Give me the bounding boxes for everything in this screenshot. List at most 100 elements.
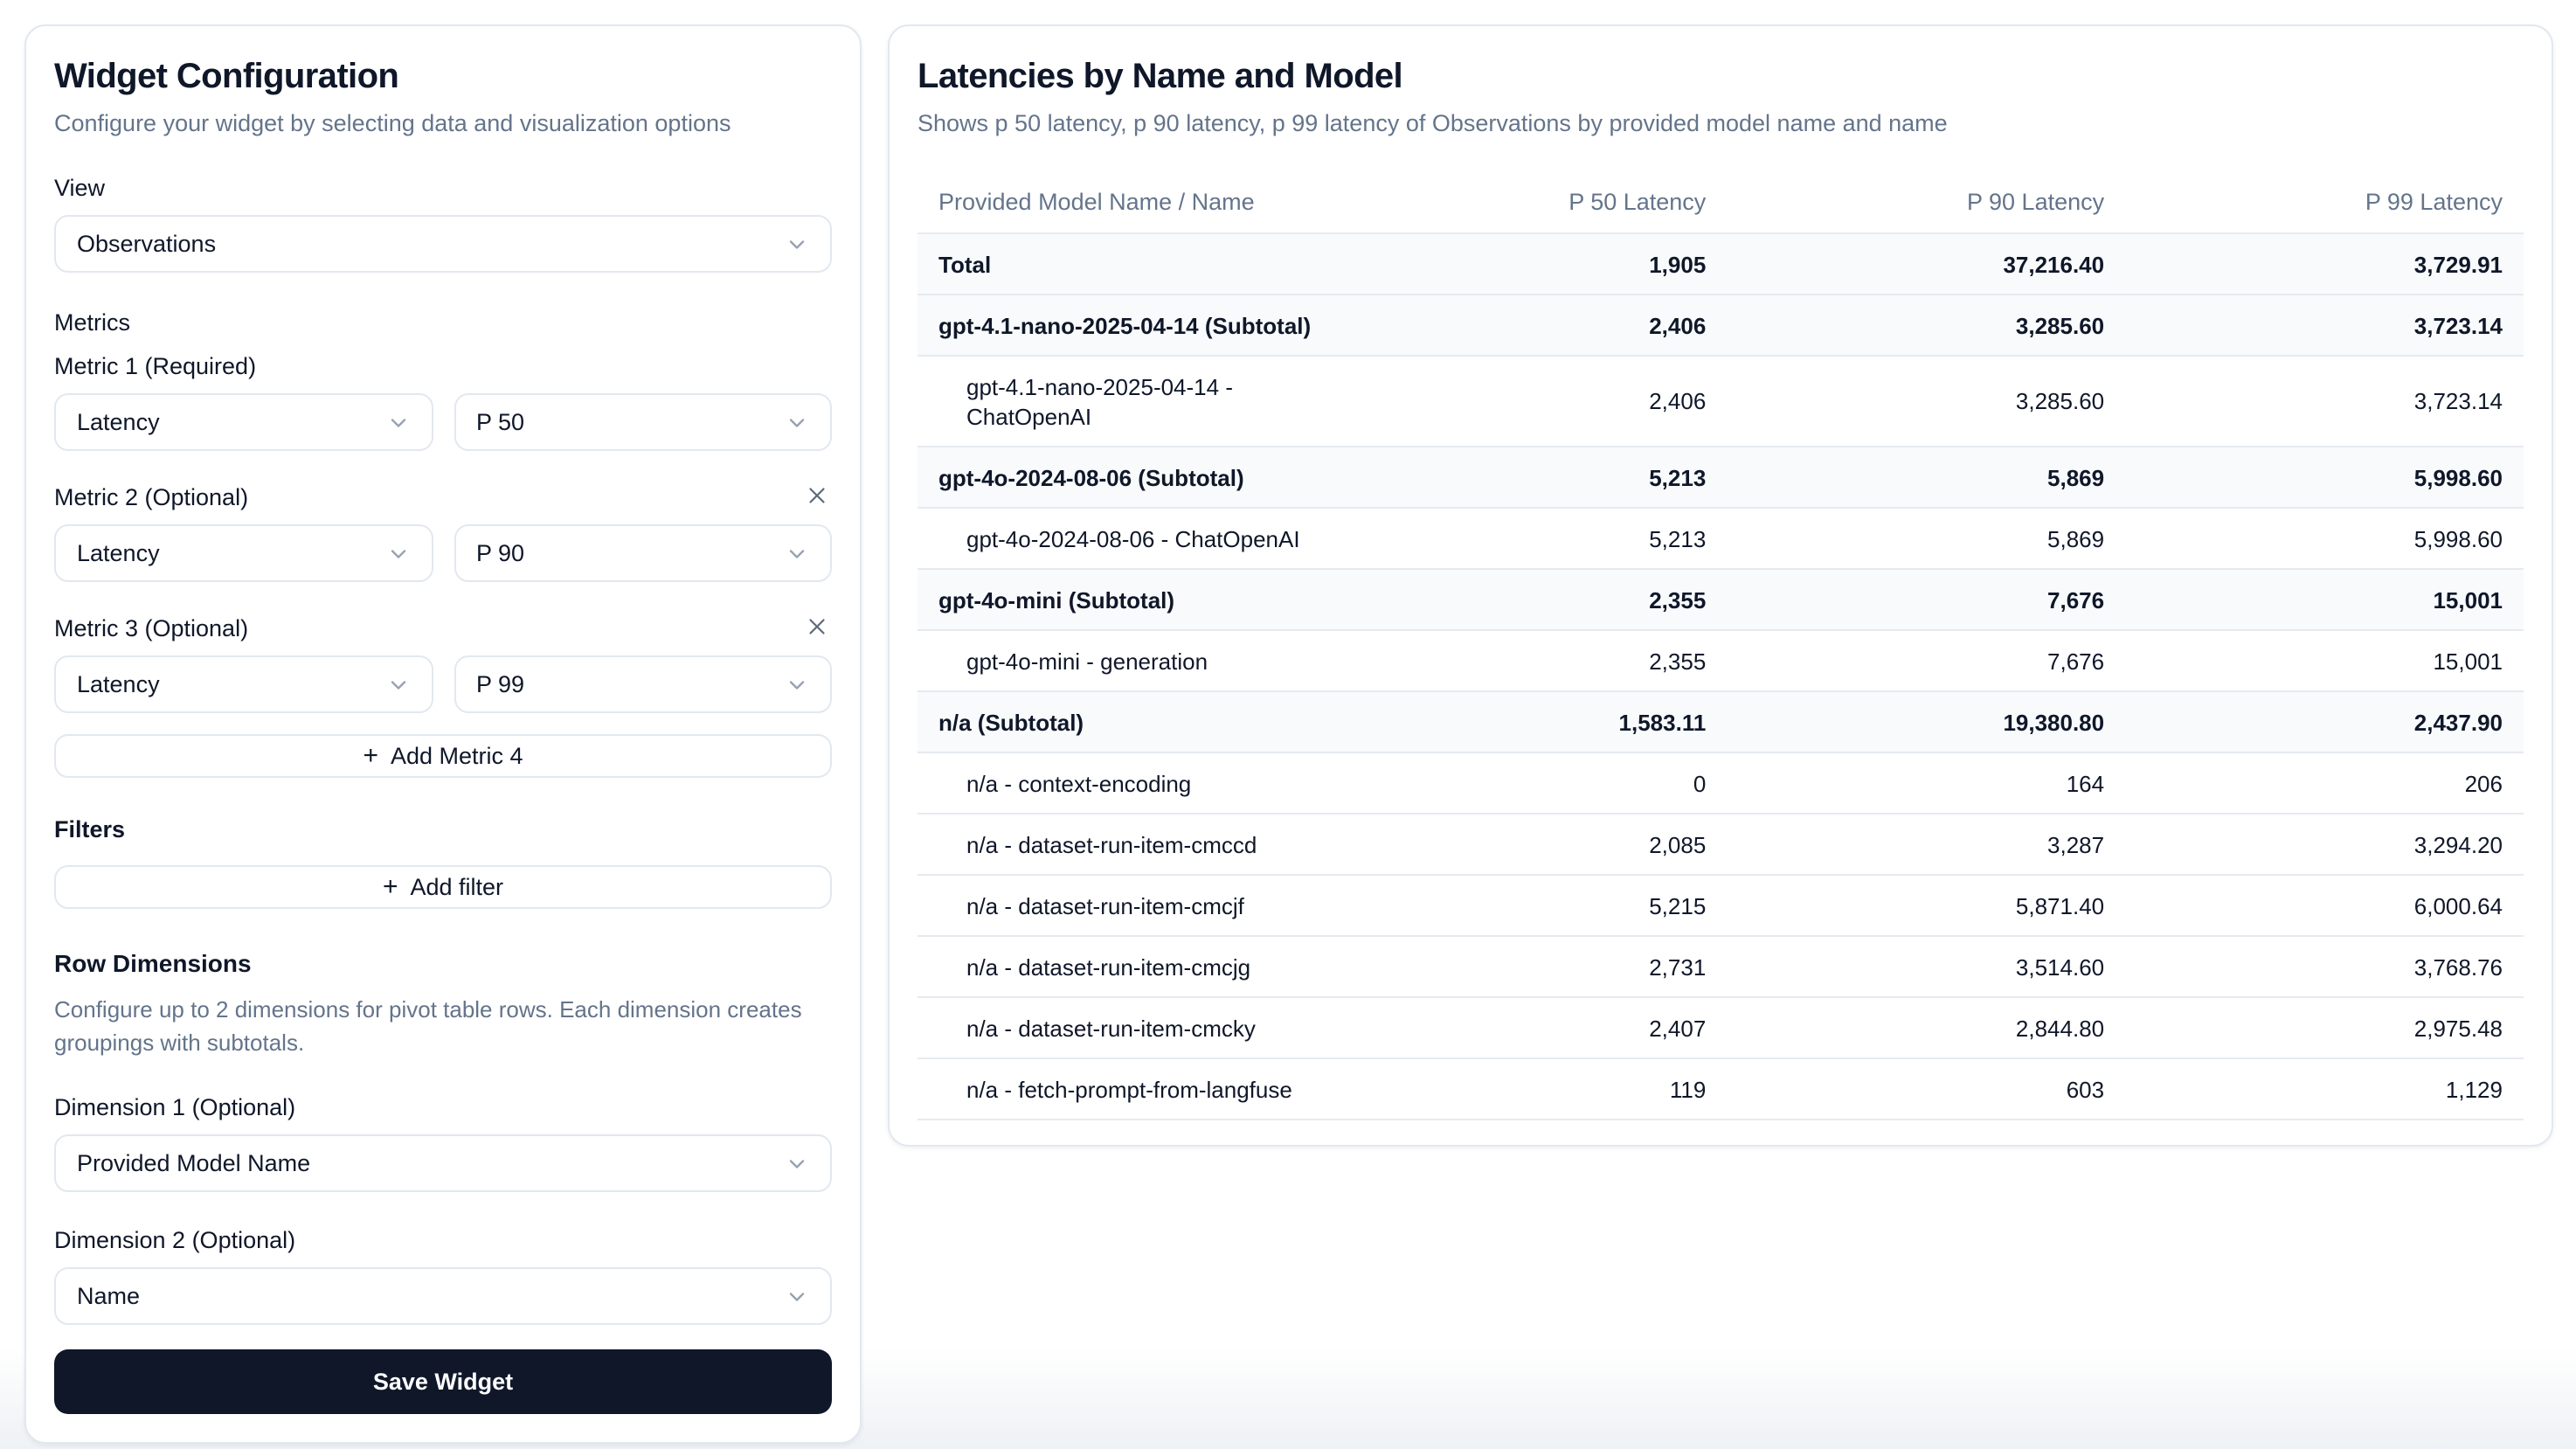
metric-1-measure-select[interactable]: Latency [54, 393, 433, 451]
widget-configuration-panel: Widget Configuration Configure your widg… [24, 24, 862, 1444]
plus-icon: + [363, 743, 378, 769]
metric-3-selects: Latency P 99 [54, 643, 832, 713]
config-panel-title: Widget Configuration [54, 54, 832, 100]
p90-latency-value: 7,676 [1727, 569, 2125, 630]
dimension-1-select[interactable]: Provided Model Name [54, 1134, 832, 1192]
metric-3-header: Metric 3 (Optional) [54, 614, 832, 643]
p50-latency-value: 2,406 [1329, 295, 1728, 356]
add-filter-button[interactable]: + Add filter [54, 865, 832, 909]
p50-latency-value: 1,905 [1329, 233, 1728, 295]
p99-latency-value: 5,998.60 [2125, 508, 2524, 569]
table-row: gpt-4o-2024-08-06 - ChatOpenAI 5,213 5,8… [918, 508, 2524, 569]
row-label: gpt-4o-2024-08-06 (Subtotal) [918, 447, 1329, 508]
table-row: n/a - context-encoding 0 164 206 [918, 752, 2524, 814]
table-row: n/a - dataset-run-item-cmcjg 2,731 3,514… [918, 936, 2524, 997]
row-dimensions-section-label: Row Dimensions [54, 947, 832, 979]
chevron-down-icon [785, 1284, 809, 1308]
table-row: gpt-4o-2024-08-06 (Subtotal) 5,213 5,869… [918, 447, 2524, 508]
view-select[interactable]: Observations [54, 215, 832, 273]
metric-1-aggregation-select[interactable]: P 50 [454, 393, 832, 451]
table-row: Total 1,905 37,216.40 3,729.91 [918, 233, 2524, 295]
p99-latency-value: 3,729.91 [2125, 233, 2524, 295]
metric-3-label: Metric 3 (Optional) [54, 614, 248, 643]
p90-latency-value: 164 [1727, 752, 2125, 814]
column-header-p99: P 99 Latency [2125, 175, 2524, 233]
preview-subtitle: Shows p 50 latency, p 90 latency, p 99 l… [918, 108, 2524, 140]
add-metric-button-label: Add Metric 4 [391, 743, 523, 769]
dimension-1-label: Dimension 1 (Optional) [54, 1092, 832, 1122]
metric-3-measure-value: Latency [77, 671, 160, 697]
preview-title: Latencies by Name and Model [918, 54, 2524, 100]
row-label: n/a - dataset-run-item-cmcjg [918, 936, 1329, 997]
metric-2-selects: Latency P 90 [54, 512, 832, 582]
save-widget-button[interactable]: Save Widget [54, 1349, 832, 1414]
metric-2-label: Metric 2 (Optional) [54, 482, 248, 512]
p50-latency-value: 2,407 [1329, 997, 1728, 1058]
row-label: gpt-4o-mini - generation [918, 630, 1329, 691]
p50-latency-value: 1,583.11 [1329, 691, 1728, 752]
column-header-p90: P 90 Latency [1727, 175, 2125, 233]
x-icon [804, 482, 830, 513]
p99-latency-value: 3,723.14 [2125, 295, 2524, 356]
remove-metric-3-button[interactable] [802, 611, 832, 646]
chevron-down-icon [785, 672, 809, 697]
metric-3-measure-select[interactable]: Latency [54, 655, 433, 713]
config-panel-subtitle: Configure your widget by selecting data … [54, 108, 832, 140]
widget-preview-panel: Latencies by Name and Model Shows p 50 l… [888, 24, 2553, 1147]
row-label: gpt-4o-mini (Subtotal) [918, 569, 1329, 630]
p90-latency-value: 2,844.80 [1727, 997, 2125, 1058]
chevron-down-icon [785, 410, 809, 434]
table-row: n/a - fetch-prompt-from-langfuse 119 603… [918, 1058, 2524, 1120]
metric-2-header: Metric 2 (Optional) [54, 482, 832, 512]
add-filter-button-label: Add filter [410, 874, 503, 900]
p50-latency-value: 2,731 [1329, 936, 1728, 997]
column-header-p50: P 50 Latency [1329, 175, 1728, 233]
p99-latency-value: 2,437.90 [2125, 691, 2524, 752]
remove-metric-2-button[interactable] [802, 480, 832, 515]
table-row: n/a (Subtotal) 1,583.11 19,380.80 2,437.… [918, 691, 2524, 752]
row-label: n/a - dataset-run-item-cmccd [918, 814, 1329, 875]
p50-latency-value: 119 [1329, 1058, 1728, 1120]
p90-latency-value: 5,869 [1727, 508, 2125, 569]
table-row: n/a - dataset-run-item-cmccd 2,085 3,287… [918, 814, 2524, 875]
metric-2-measure-select[interactable]: Latency [54, 524, 433, 582]
p99-latency-value: 5,998.60 [2125, 447, 2524, 508]
chevron-down-icon [385, 541, 410, 565]
table-row: gpt-4o-mini - generation 2,355 7,676 15,… [918, 630, 2524, 691]
dimension-1-value: Provided Model Name [77, 1150, 310, 1176]
view-select-value: Observations [77, 231, 216, 257]
metric-2-aggregation-select[interactable]: P 90 [454, 524, 832, 582]
table-row: gpt-4o-mini (Subtotal) 2,355 7,676 15,00… [918, 569, 2524, 630]
filters-section-label: Filters [54, 815, 832, 844]
p90-latency-value: 3,287 [1727, 814, 2125, 875]
p90-latency-value: 5,869 [1727, 447, 2125, 508]
p99-latency-value: 15,001 [2125, 630, 2524, 691]
p50-latency-value: 5,215 [1329, 875, 1728, 936]
table-row: n/a - dataset-run-item-cmcjf 5,215 5,871… [918, 875, 2524, 936]
p50-latency-value: 2,085 [1329, 814, 1728, 875]
table-header-row: Provided Model Name / Name P 50 Latency … [918, 175, 2524, 233]
table-body: Total 1,905 37,216.40 3,729.91 gpt-4.1-n… [918, 233, 2524, 1120]
chevron-down-icon [785, 541, 809, 565]
metric-1-selects: Latency P 50 [54, 381, 832, 451]
row-label: n/a - fetch-prompt-from-langfuse [918, 1058, 1329, 1120]
metric-3-aggregation-select[interactable]: P 99 [454, 655, 832, 713]
p50-latency-value: 2,406 [1329, 356, 1728, 447]
x-icon [804, 613, 830, 644]
p99-latency-value: 3,768.76 [2125, 936, 2524, 997]
column-header-dimension: Provided Model Name / Name [918, 175, 1329, 233]
p50-latency-value: 5,213 [1329, 508, 1728, 569]
pivot-table-container: Provided Model Name / Name P 50 Latency … [918, 175, 2524, 1120]
table-row: gpt-4.1-nano-2025-04-14 (Subtotal) 2,406… [918, 295, 2524, 356]
p50-latency-value: 2,355 [1329, 630, 1728, 691]
p90-latency-value: 603 [1727, 1058, 2125, 1120]
p90-latency-value: 5,871.40 [1727, 875, 2125, 936]
p90-latency-value: 3,514.60 [1727, 936, 2125, 997]
dimension-2-select[interactable]: Name [54, 1267, 832, 1325]
p90-latency-value: 19,380.80 [1727, 691, 2125, 752]
row-label: gpt-4.1-nano-2025-04-14 (Subtotal) [918, 295, 1329, 356]
add-metric-button[interactable]: + Add Metric 4 [54, 734, 832, 778]
p90-latency-value: 7,676 [1727, 630, 2125, 691]
metric-1-aggregation-value: P 50 [476, 409, 524, 435]
p50-latency-value: 0 [1329, 752, 1728, 814]
